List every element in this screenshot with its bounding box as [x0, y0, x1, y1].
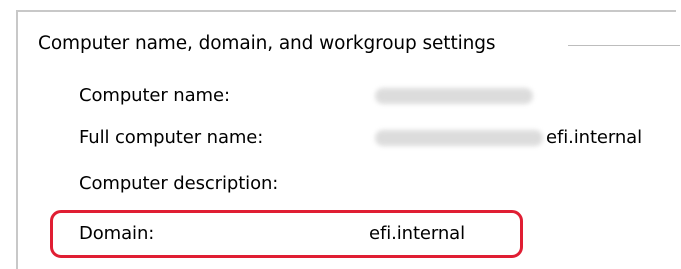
group-title: Computer name, domain, and workgroup set… [38, 33, 496, 54]
computer-description-label: Computer description: [79, 173, 279, 194]
group-divider [568, 45, 680, 46]
computer-name-redacted-value [375, 88, 533, 104]
full-computer-name-label: Full computer name: [79, 127, 264, 148]
full-computer-name-value: efi.internal [546, 127, 642, 148]
computer-name-label: Computer name: [79, 85, 230, 106]
domain-highlight-box [50, 210, 523, 258]
full-computer-name-redacted-prefix [375, 130, 543, 146]
